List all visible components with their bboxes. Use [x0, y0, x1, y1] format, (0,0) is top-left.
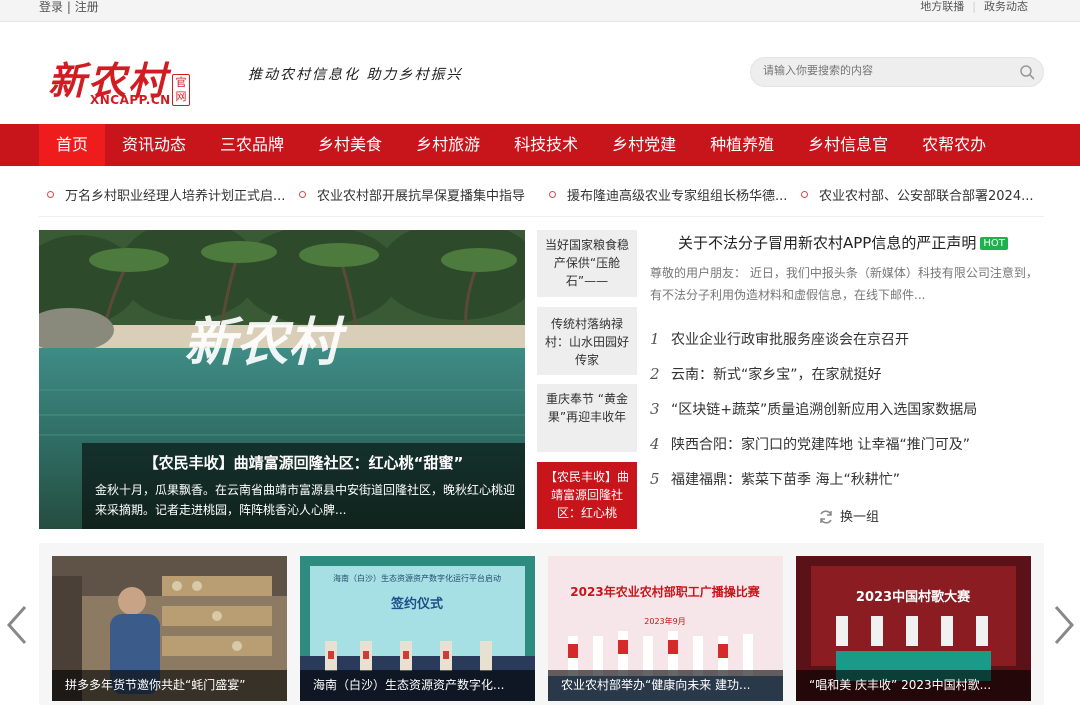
carousel-card[interactable]: 2023中国村歌大赛 “唱和美 庆丰收” 2023中国村歌... — [796, 556, 1031, 701]
carousel-prev-arrow[interactable] — [5, 603, 29, 647]
list-number: 2 — [650, 365, 660, 383]
search-input[interactable] — [763, 64, 1003, 77]
carousel-card[interactable]: 海南（白沙）生态资源资产数字化运行平台启动 签约仪式 海南（白沙）生态资源资产数… — [300, 556, 535, 701]
side-item[interactable]: 当好国家粮食稳产保供“压舱石”—— — [537, 230, 637, 297]
carousel-card[interactable]: 拼多多年货节邀你共赴“蚝门盛宴” — [52, 556, 287, 701]
logo-badge: 官网 — [172, 74, 190, 106]
nav-item-farming[interactable]: 种植养殖 — [693, 124, 791, 166]
account-separator: | — [66, 0, 71, 14]
list-text[interactable]: 云南：新式“家乡宝”，在家就挺好 — [671, 367, 882, 383]
register-link[interactable]: 注册 — [75, 0, 99, 14]
nav-item-food[interactable]: 乡村美食 — [301, 124, 399, 166]
ticker-item[interactable]: 援布隆迪高级农业专家组组长杨华德... — [549, 185, 787, 204]
nav-item-travel[interactable]: 乡村旅游 — [399, 124, 497, 166]
top-link-local[interactable]: 地方联播 — [912, 0, 972, 13]
news-list: 1 农业企业行政审批服务座谈会在京召开 2 云南：新式“家乡宝”，在家就挺好 3 “区… — [650, 322, 977, 497]
news-ticker: 万名乡村职业经理人培养计划正式启... 农业农村部开展抗旱保夏播集中指导 援布隆… — [39, 167, 1044, 217]
site-logo[interactable]: 新农村 XNCAPP.CN 官网 — [48, 42, 198, 112]
login-link[interactable]: 登录 — [39, 0, 63, 14]
list-number: 3 — [650, 400, 660, 418]
card-date-text: 2023年9月 — [644, 616, 685, 626]
nav-item-party[interactable]: 乡村党建 — [595, 124, 693, 166]
main-nav: 首页 资讯动态 三农品牌 乡村美食 乡村旅游 科技技术 乡村党建 种植养殖 乡村… — [0, 124, 1080, 166]
refresh-button[interactable]: 换一组 — [818, 506, 879, 526]
nav-item-tech[interactable]: 科技技术 — [497, 124, 595, 166]
list-item[interactable]: 3 “区块链+蔬菜”质量追溯创新应用入选国家数据局 — [650, 392, 977, 427]
ticker-item[interactable]: 农业农村部开展抗旱保夏播集中指导 — [299, 185, 525, 204]
hero-watermark: 新农村 — [184, 312, 348, 373]
carousel-card[interactable]: 2023年农业农村部职工广播操比赛 2023年9月 农业农村部举办“健康向未来 … — [548, 556, 783, 701]
refresh-label: 换一组 — [840, 510, 880, 525]
search-box — [750, 57, 1044, 87]
card-event-text: 2023中国村歌大赛 — [856, 589, 971, 605]
card-caption[interactable]: 海南（白沙）生态资源资产数字化... — [300, 670, 535, 701]
hot-badge: HOT — [980, 237, 1008, 250]
site-header: 新农村 XNCAPP.CN 官网 推动农村信息化 助力乡村振兴 — [0, 22, 1080, 124]
top-links: 地方联播 | 政务动态 — [912, 0, 1036, 14]
list-text[interactable]: 农业企业行政审批服务座谈会在京召开 — [671, 332, 909, 348]
hero-caption: 【农民丰收】曲靖富源回隆社区：红心桃“甜蜜” 金秋十月，瓜果飘香。在云南省曲靖市… — [82, 443, 525, 529]
carousel-next-arrow[interactable] — [1052, 603, 1076, 647]
account-links: 登录 | 注册 — [39, 0, 99, 14]
hero-title[interactable]: 【农民丰收】曲靖富源回隆社区：红心桃“甜蜜” — [82, 452, 525, 473]
card-caption[interactable]: 拼多多年货节邀你共赴“蚝门盛宴” — [52, 670, 287, 701]
side-item[interactable]: 传统村落纳禄村：山水田园好传家 — [537, 307, 637, 375]
list-text[interactable]: 陕西合阳：家门口的党建阵地 让幸福“推门可及” — [671, 437, 970, 453]
top-bar: 登录 | 注册 地方联播 | 政务动态 — [0, 0, 1080, 22]
card-title-text: 2023年农业农村部职工广播操比赛 — [570, 584, 760, 599]
card-caption[interactable]: “唱和美 庆丰收” 2023中国村歌... — [796, 670, 1031, 701]
list-item[interactable]: 2 云南：新式“家乡宝”，在家就挺好 — [650, 357, 977, 392]
list-number: 5 — [650, 470, 660, 488]
list-item[interactable]: 4 陕西合阳：家门口的党建阵地 让幸福“推门可及” — [650, 427, 977, 462]
site-slogan: 推动农村信息化 助力乡村振兴 — [248, 67, 463, 83]
card-banner-text: 海南（白沙）生态资源资产数字化运行平台启动 — [333, 573, 501, 583]
nav-item-brands[interactable]: 三农品牌 — [203, 124, 301, 166]
photo-carousel: 拼多多年货节邀你共赴“蚝门盛宴” 海南（白沙）生态资源资产数字化运行平台启动 签… — [39, 543, 1044, 705]
card-caption[interactable]: 农业农村部举办“健康向未来 建功... — [548, 670, 783, 701]
list-item[interactable]: 5 福建福鼎：紫菜下苗季 海上“秋耕忙” — [650, 462, 977, 497]
list-item[interactable]: 1 农业企业行政审批服务座谈会在京召开 — [650, 322, 977, 357]
nav-item-home[interactable]: 首页 — [39, 124, 106, 166]
top-link-gov[interactable]: 政务动态 — [976, 0, 1036, 13]
feature-title[interactable]: 关于不法分子冒用新农村APP信息的严正声明 — [678, 234, 976, 252]
ticker-item[interactable]: 万名乡村职业经理人培养计划正式启... — [47, 185, 285, 204]
list-number: 1 — [650, 330, 660, 348]
ticker-item[interactable]: 农业农村部、公安部联合部署2024... — [801, 185, 1033, 204]
side-item[interactable]: 重庆奉节 “黄金果”再迎丰收年 — [537, 384, 637, 452]
logo-english: XNCAPP.CN — [90, 93, 171, 107]
refresh-icon — [820, 509, 832, 524]
list-text[interactable]: 福建福鼎：紫菜下苗季 海上“秋耕忙” — [671, 472, 900, 488]
hero-summary: 金秋十月，瓜果飘香。在云南省曲靖市富源县中安街道回隆社区，晚秋红心桃迎来采摘期。… — [95, 483, 516, 517]
list-number: 4 — [650, 435, 660, 453]
nav-item-news[interactable]: 资讯动态 — [105, 124, 203, 166]
hero-slide[interactable]: 新农村 【农民丰收】曲靖富源回隆社区：红心桃“甜蜜” 金秋十月，瓜果飘香。在云南… — [39, 230, 525, 529]
nav-item-info-officer[interactable]: 乡村信息官 — [791, 124, 905, 166]
side-item-active[interactable]: 【农民丰收】曲靖富源回隆社区：红心桃 — [537, 462, 637, 529]
card-sign-text: 签约仪式 — [390, 596, 443, 612]
nav-item-help[interactable]: 农帮农办 — [905, 124, 1003, 166]
list-text[interactable]: “区块链+蔬菜”质量追溯创新应用入选国家数据局 — [671, 402, 977, 418]
feature-description: 尊敬的用户朋友： 近日，我们中报头条（新媒体）科技有限公司注意到，有不法分子利用… — [650, 266, 1038, 302]
search-icon[interactable] — [1019, 64, 1035, 80]
feature-heading[interactable]: 关于不法分子冒用新农村APP信息的严正声明 HOT — [678, 232, 1008, 253]
